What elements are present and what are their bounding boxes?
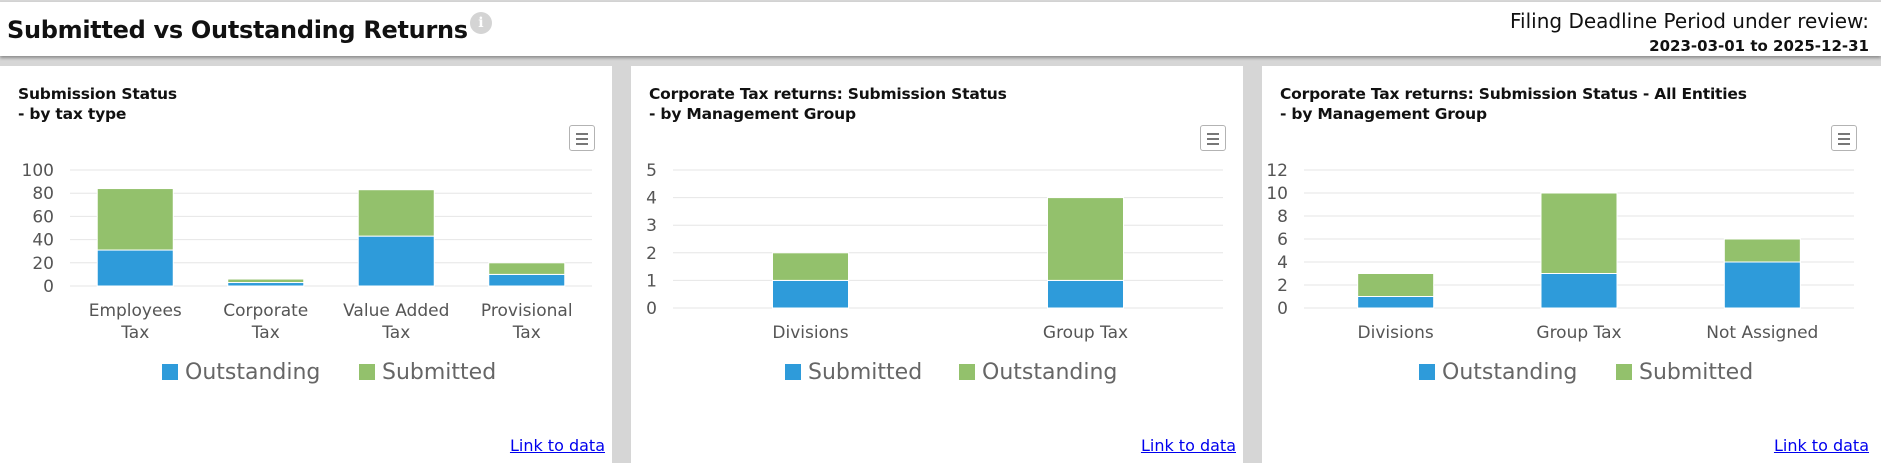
bar-outstanding (357, 235, 435, 287)
bar-submitted (1357, 273, 1435, 297)
y-tick-label: 0 (646, 299, 657, 319)
bar-outstanding (1540, 273, 1618, 309)
y-tick-label: 3 (646, 216, 657, 236)
bar-submitted (1047, 279, 1124, 309)
x-tick-label: Tax (512, 323, 541, 343)
page-title-text: Submitted vs Outstanding Returns (7, 16, 468, 44)
x-tick-label: Corporate (223, 301, 308, 321)
bar-submitted (488, 262, 566, 275)
x-tick-label: Tax (381, 323, 410, 343)
y-tick-label: 60 (32, 207, 54, 227)
legend-swatch (785, 364, 801, 380)
y-tick-label: 5 (646, 161, 657, 181)
x-tick-label: Employees (89, 301, 182, 321)
panel-tax-type: Submission Status - by tax type 0 20 40 60 80… (0, 66, 612, 463)
info-icon[interactable]: i (469, 12, 492, 34)
period-label: Filing Deadline Period under review: (1510, 9, 1869, 33)
bar-outstanding (1357, 296, 1435, 309)
legend-label: Outstanding (185, 360, 320, 385)
x-tick-label: Not Assigned (1706, 323, 1818, 343)
legend-swatch (162, 364, 178, 380)
bar-outstanding (227, 282, 305, 287)
y-tick-label: 80 (32, 184, 54, 204)
page-header: Submitted vs Outstanding Returns i Filing… (0, 2, 1881, 56)
link-to-data[interactable]: Link to data (1141, 436, 1236, 455)
y-tick-label: 2 (646, 244, 657, 264)
filing-period: Filing Deadline Period under review: 202… (1510, 9, 1869, 55)
page-title: Submitted vs Outstanding Returns i (7, 12, 492, 44)
y-tick-label: 8 (1277, 207, 1288, 227)
y-tick-label: 20 (32, 254, 54, 274)
legend-swatch (959, 364, 975, 380)
y-tick-label: 2 (1277, 276, 1288, 296)
bar-submitted (227, 278, 305, 284)
y-tick-label: 1 (646, 271, 657, 291)
x-tick-label: Tax (120, 323, 149, 343)
bar-submitted (1540, 192, 1618, 274)
legend-swatch (1616, 364, 1632, 380)
period-range: 2023-03-01 to 2025-12-31 (1649, 37, 1869, 55)
bar-outstanding (1047, 197, 1124, 281)
legend-label: Outstanding (982, 360, 1117, 385)
legend-label: Submitted (1639, 360, 1753, 385)
panel-management-group: Corporate Tax returns: Submission Status… (631, 66, 1243, 463)
legend-swatch (359, 364, 375, 380)
x-tick-label: Tax (251, 323, 280, 343)
x-tick-label: Group Tax (1043, 323, 1128, 343)
x-tick-label: Divisions (772, 323, 848, 343)
y-tick-label: 12 (1266, 161, 1288, 181)
bar-outstanding (1723, 261, 1801, 309)
bar-outstanding (488, 273, 566, 287)
legend-label: Submitted (808, 360, 922, 385)
chart-tax-type: 020406080100EmployeesTaxCorporateTaxValu… (22, 161, 592, 385)
link-to-data[interactable]: Link to data (510, 436, 605, 455)
bar-submitted (772, 279, 849, 309)
y-tick-label: 0 (1277, 299, 1288, 319)
legend-label: Outstanding (1442, 360, 1577, 385)
y-tick-label: 0 (43, 277, 54, 297)
bar-outstanding (96, 249, 174, 287)
y-tick-label: 4 (646, 189, 657, 209)
y-tick-label: 4 (1277, 253, 1288, 273)
bar-outstanding (772, 252, 849, 281)
legend-label: Submitted (382, 360, 496, 385)
x-tick-label: Divisions (1358, 323, 1434, 343)
y-tick-label: 100 (22, 161, 54, 181)
panel-all-entities: Corporate Tax returns: Submission Status… (1262, 66, 1881, 463)
y-tick-label: 10 (1266, 184, 1288, 204)
chart-all-entities: 0 2 4 6 8 10 12 Divisions Group Tax Not Assigned O… (1266, 161, 1854, 385)
bar-submitted (96, 188, 174, 251)
x-tick-label: Group Tax (1536, 323, 1621, 343)
chart-management-group: 0 1 2 3 4 5 Divisions Group Tax Submitted Outstan… (646, 161, 1223, 385)
bar-submitted (357, 189, 435, 237)
legend-swatch (1419, 364, 1435, 380)
bar-submitted (1723, 238, 1801, 263)
x-tick-label: Value Added (343, 301, 449, 321)
y-tick-label: 6 (1277, 230, 1288, 250)
y-tick-label: 40 (32, 231, 54, 251)
link-to-data[interactable]: Link to data (1774, 436, 1869, 455)
x-tick-label: Provisional (481, 301, 573, 321)
